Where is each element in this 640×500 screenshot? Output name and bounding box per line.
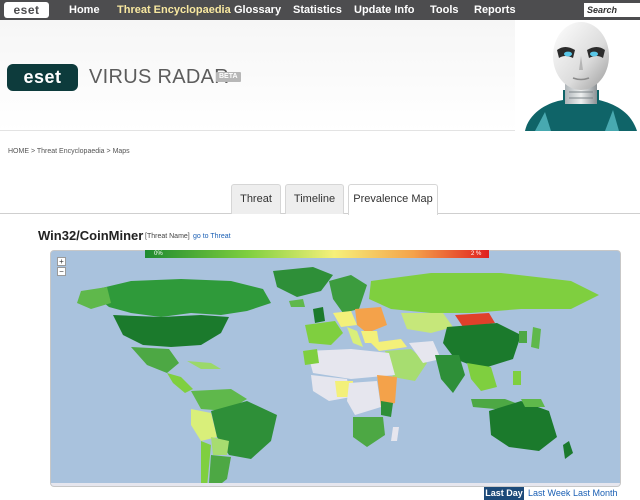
- breadcrumb-separator: >: [104, 148, 113, 155]
- central-africa-region: [347, 381, 381, 415]
- breadcrumb-home[interactable]: HOME: [8, 148, 29, 155]
- kenya-region: [381, 401, 393, 417]
- morocco-region: [303, 349, 319, 365]
- tab-prevalence-map[interactable]: Prevalence Map: [348, 184, 438, 215]
- philippines-region: [513, 371, 521, 385]
- eset-logo[interactable]: eset: [7, 64, 78, 91]
- page: eset Home Threat Encyclopaedia Glossary …: [0, 0, 640, 500]
- range-last-week[interactable]: Last Week: [528, 487, 570, 500]
- india-region: [435, 355, 465, 393]
- scandinavia-region: [329, 275, 367, 313]
- breadcrumb-separator: >: [29, 148, 37, 155]
- zoom-in-button[interactable]: +: [57, 257, 66, 266]
- threat-name: Win32/CoinMiner: [38, 228, 144, 243]
- caribbean-region: [187, 361, 221, 369]
- greenland-region: [273, 267, 333, 297]
- nav-tools[interactable]: Tools: [430, 0, 459, 20]
- australia-region: [489, 401, 557, 451]
- mexico-region: [131, 347, 179, 373]
- canada-region: [89, 279, 271, 317]
- southern-africa-region: [353, 417, 385, 447]
- tab-timeline[interactable]: Timeline: [285, 184, 344, 214]
- central-america-region: [167, 373, 193, 393]
- beta-badge: BETA: [216, 72, 241, 82]
- nav-threat-encyclopaedia[interactable]: Threat Encyclopaedia: [117, 0, 231, 20]
- search-input[interactable]: [584, 3, 640, 17]
- nav-reports[interactable]: Reports: [474, 0, 516, 20]
- world-map: [51, 267, 620, 486]
- italy-region: [347, 327, 363, 347]
- uk-region: [313, 307, 325, 323]
- android-mascot-image: [515, 20, 640, 131]
- tab-threat[interactable]: Threat: [231, 184, 281, 214]
- zoom-out-button[interactable]: −: [57, 267, 66, 276]
- top-navigation: eset Home Threat Encyclopaedia Glossary …: [0, 0, 640, 20]
- nav-home[interactable]: Home: [69, 0, 100, 20]
- japan-region: [531, 327, 541, 349]
- breadcrumb-current: Maps: [112, 148, 130, 155]
- russia-region: [369, 273, 599, 313]
- legend-min-label: 0%: [154, 251, 163, 257]
- korea-region: [519, 331, 527, 343]
- usa-region: [113, 315, 229, 347]
- north-africa-region: [307, 349, 395, 379]
- nav-eset-logo[interactable]: eset: [4, 2, 49, 18]
- threat-name-label: [Threat Name]: [145, 233, 190, 240]
- alaska-region: [77, 287, 111, 309]
- iceland-region: [289, 299, 305, 307]
- go-to-threat-link[interactable]: go to Threat: [193, 233, 231, 240]
- nav-glossary[interactable]: Glossary: [234, 0, 281, 20]
- header-divider: [0, 130, 515, 131]
- breadcrumb-threat-encyclopaedia[interactable]: Threat Encyclopaedia: [37, 148, 105, 155]
- nav-statistics[interactable]: Statistics: [293, 0, 342, 20]
- balkans-region: [361, 331, 379, 343]
- nav-update-info[interactable]: Update Info: [354, 0, 415, 20]
- breadcrumb: HOME > Threat Encyclopaedia > Maps: [8, 148, 130, 155]
- legend-gradient-bar: [145, 250, 489, 258]
- range-last-day[interactable]: Last Day: [484, 487, 524, 500]
- france-spain-region: [305, 321, 343, 345]
- argentina-region: [209, 455, 231, 486]
- prevalence-map[interactable]: [50, 250, 621, 487]
- new-guinea-region: [521, 399, 545, 407]
- kazakhstan-region: [401, 313, 453, 333]
- eastern-europe-region: [355, 307, 387, 333]
- madagascar-region: [391, 427, 399, 441]
- legend-max-label: 2 %: [471, 251, 482, 257]
- southeast-asia-region: [467, 363, 497, 391]
- range-last-month[interactable]: Last Month: [573, 487, 618, 500]
- new-zealand-region: [563, 441, 573, 459]
- product-title: VIRUS RADAR: [89, 66, 229, 88]
